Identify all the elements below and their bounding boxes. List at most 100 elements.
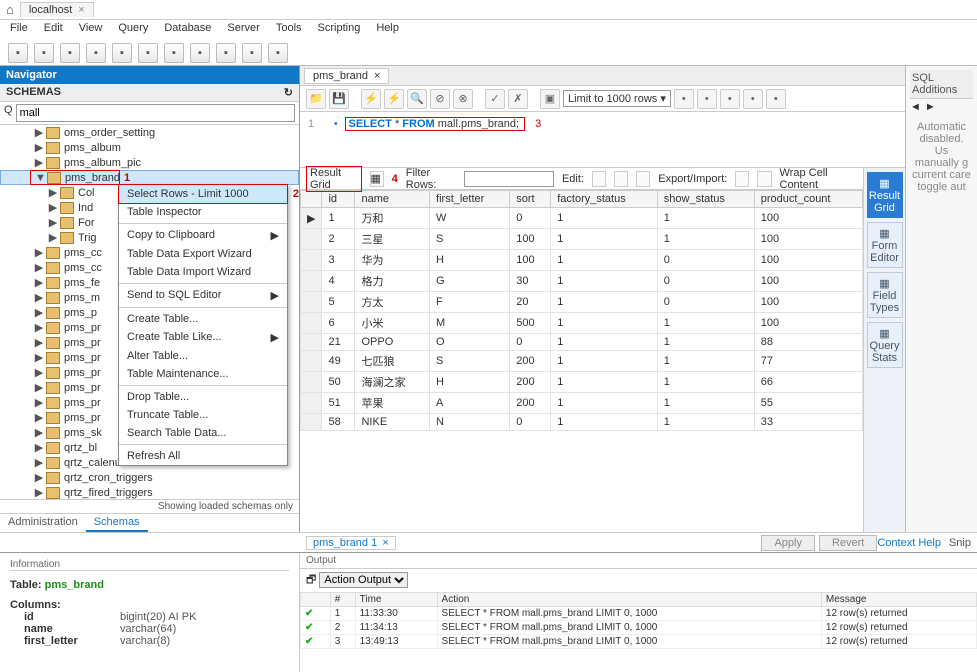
result-grid-label[interactable]: Result Grid	[306, 166, 362, 192]
edit-icon[interactable]	[614, 171, 628, 187]
cell[interactable]: 100	[754, 271, 862, 292]
cell[interactable]: 0	[510, 334, 551, 351]
filter-input[interactable]	[16, 104, 295, 122]
tree-item[interactable]: ▶oms_order_setting	[0, 125, 299, 140]
menu-item[interactable]: Create Table Like...▶	[119, 328, 287, 347]
cell[interactable]: 0	[657, 250, 754, 271]
row-pointer[interactable]	[301, 313, 322, 334]
new-sql-icon[interactable]: ▪	[8, 43, 28, 63]
cell[interactable]: 51	[322, 393, 355, 414]
cell[interactable]: O	[430, 334, 510, 351]
edit-icon[interactable]	[636, 171, 650, 187]
cell[interactable]: 1	[657, 414, 754, 431]
row-pointer[interactable]	[301, 414, 322, 431]
column-header[interactable]: id	[322, 191, 355, 208]
side-tab[interactable]: ▦Result Grid	[867, 172, 903, 218]
filter-rows-input[interactable]	[464, 171, 554, 187]
beautify-icon[interactable]: •	[697, 89, 717, 109]
cell[interactable]: 华为	[355, 250, 430, 271]
menu-item[interactable]: Select Rows - Limit 10002	[118, 184, 288, 204]
cell[interactable]: 88	[754, 334, 862, 351]
cell[interactable]: 1	[657, 351, 754, 372]
limit-dropdown[interactable]: Limit to 1000 rows ▾	[563, 90, 671, 107]
export-icon[interactable]	[735, 171, 749, 187]
cell[interactable]: 1	[551, 334, 658, 351]
cell[interactable]: W	[430, 208, 510, 229]
cell[interactable]: 100	[754, 313, 862, 334]
column-header[interactable]: product_count	[754, 191, 862, 208]
row-pointer[interactable]: ▶	[301, 208, 322, 229]
expand-icon[interactable]: 🗗	[306, 574, 316, 586]
menu-database[interactable]: Database	[164, 22, 211, 38]
tab-context-help[interactable]: Context Help	[877, 537, 941, 549]
cell[interactable]: N	[430, 414, 510, 431]
menu-item[interactable]: Table Maintenance...	[119, 365, 287, 383]
next-icon[interactable]: ►	[925, 101, 936, 113]
cell[interactable]: 格力	[355, 271, 430, 292]
row-pointer[interactable]	[301, 351, 322, 372]
find-icon[interactable]: •	[720, 89, 740, 109]
cell[interactable]: 21	[322, 334, 355, 351]
query-tab[interactable]: pms_brand ×	[304, 68, 389, 84]
run-cursor-icon[interactable]: ⚡	[384, 89, 404, 109]
cell[interactable]: 1	[322, 208, 355, 229]
cell[interactable]: NIKE	[355, 414, 430, 431]
search-icon[interactable]: ▪	[242, 43, 262, 63]
cell[interactable]: 20	[510, 292, 551, 313]
cell[interactable]: H	[430, 372, 510, 393]
menu-item[interactable]: Alter Table...	[119, 347, 287, 365]
cell[interactable]: 1	[551, 313, 658, 334]
save-icon[interactable]: 💾	[329, 89, 349, 109]
close-icon[interactable]: ×	[374, 70, 380, 82]
tree-item[interactable]: ▼pms_brand1	[0, 170, 299, 185]
refresh-icon[interactable]: ↻	[284, 86, 293, 99]
menu-scripting[interactable]: Scripting	[318, 22, 361, 38]
commit-icon[interactable]: ✓	[485, 89, 505, 109]
output-row[interactable]: ✔313:49:13SELECT * FROM mall.pms_brand L…	[301, 635, 977, 649]
explain-icon[interactable]: 🔍	[407, 89, 427, 109]
toggle-icon[interactable]: ▣	[540, 89, 560, 109]
stop-icon[interactable]: ⊗	[453, 89, 473, 109]
sql-editor[interactable]: 1 • SELECT * FROM mall.pms_brand; 3	[300, 112, 905, 168]
cell[interactable]: 33	[754, 414, 862, 431]
output-row[interactable]: ✔111:33:30SELECT * FROM mall.pms_brand L…	[301, 607, 977, 621]
cell[interactable]: G	[430, 271, 510, 292]
cell[interactable]: 0	[657, 271, 754, 292]
menu-item[interactable]: Truncate Table...	[119, 406, 287, 424]
cell[interactable]: 七匹狼	[355, 351, 430, 372]
cell[interactable]: 100	[510, 229, 551, 250]
tab-snippets[interactable]: Snip	[949, 537, 971, 549]
snippets-icon[interactable]: •	[766, 89, 786, 109]
info-icon[interactable]: •	[743, 89, 763, 109]
cell[interactable]: 49	[322, 351, 355, 372]
tab-schemas[interactable]: Schemas	[86, 514, 148, 532]
menu-item[interactable]: Copy to Clipboard▶	[119, 226, 287, 245]
context-menu[interactable]: Select Rows - Limit 10002Table Inspector…	[118, 184, 288, 466]
cell[interactable]: 0	[657, 292, 754, 313]
cell[interactable]: 100	[754, 250, 862, 271]
column-header[interactable]: first_letter	[430, 191, 510, 208]
cell[interactable]: 30	[510, 271, 551, 292]
stop-icon[interactable]: ⊘	[430, 89, 450, 109]
menu-edit[interactable]: Edit	[44, 22, 63, 38]
cell[interactable]: 1	[657, 229, 754, 250]
cell[interactable]: 1	[657, 334, 754, 351]
cell[interactable]: 4	[322, 271, 355, 292]
menu-query[interactable]: Query	[118, 22, 148, 38]
cell[interactable]: 1	[551, 393, 658, 414]
star-icon[interactable]: •	[674, 89, 694, 109]
cell[interactable]: 海澜之家	[355, 372, 430, 393]
cell[interactable]: 100	[510, 250, 551, 271]
row-pointer[interactable]	[301, 250, 322, 271]
cell[interactable]: OPPO	[355, 334, 430, 351]
output-row[interactable]: ✔211:34:13SELECT * FROM mall.pms_brand L…	[301, 621, 977, 635]
tree-item[interactable]: ▶qrtz_fired_triggers	[0, 485, 299, 499]
open-icon[interactable]: ▪	[34, 43, 54, 63]
close-icon[interactable]: ×	[382, 537, 388, 549]
cell[interactable]: 1	[657, 372, 754, 393]
menu-item[interactable]: Table Inspector	[119, 203, 287, 221]
column-header[interactable]: show_status	[657, 191, 754, 208]
output-selector[interactable]: Action Output	[319, 572, 408, 588]
cell[interactable]: 50	[322, 372, 355, 393]
cell[interactable]: 小米	[355, 313, 430, 334]
